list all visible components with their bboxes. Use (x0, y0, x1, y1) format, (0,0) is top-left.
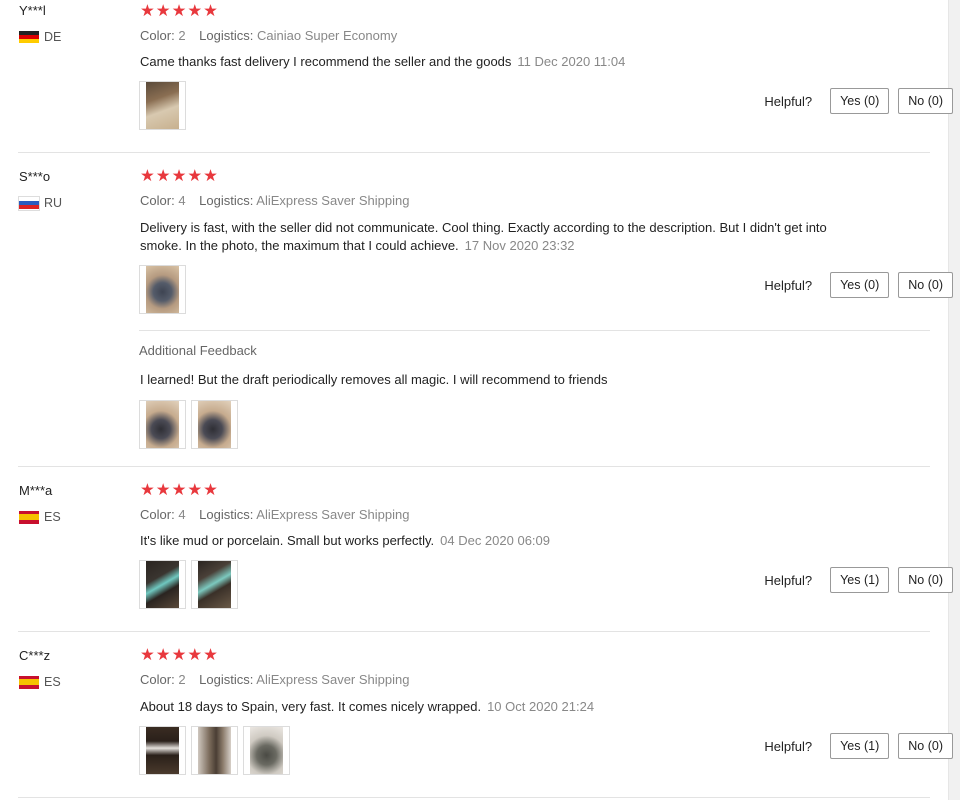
review-attributes: Color: 2 Logistics: Cainiao Super Econom… (140, 28, 397, 43)
review-photo-thumbnail[interactable] (191, 726, 238, 775)
logistics-label: Logistics: (199, 28, 254, 43)
review-content: It's like mud or porcelain. Small but wo… (140, 532, 830, 550)
helpful-no-button[interactable]: No (0) (898, 733, 953, 759)
review-attributes: Color: 2 Logistics: AliExpress Saver Shi… (140, 672, 409, 687)
star-rating: ★★★★★ (140, 481, 219, 499)
helpful-controls: Helpful? Yes (1) No (0) (764, 567, 953, 593)
review-photo-icon (146, 561, 179, 608)
spain-flag-icon (19, 510, 39, 524)
helpful-yes-button[interactable]: Yes (1) (830, 567, 890, 593)
review-date: 04 Dec 2020 06:09 (440, 533, 550, 548)
review-photo-icon (198, 727, 231, 774)
review-text: Came thanks fast delivery I recommend th… (140, 54, 512, 69)
spain-flag-icon (19, 675, 39, 689)
reviewer-name: Y***l (19, 3, 46, 18)
additional-feedback-photos (139, 400, 238, 449)
review-divider (18, 152, 930, 153)
additional-feedback-title: Additional Feedback (139, 343, 257, 358)
helpful-controls: Helpful? Yes (0) No (0) (764, 272, 953, 298)
helpful-no-button[interactable]: No (0) (898, 272, 953, 298)
review-date: 11 Dec 2020 11:04 (517, 54, 626, 69)
review-date: 10 Oct 2020 21:24 (487, 699, 595, 714)
logistics-value: AliExpress Saver Shipping (256, 193, 410, 208)
review-photos (139, 560, 238, 609)
reviewer-country: DE (19, 30, 61, 44)
country-code: ES (44, 510, 61, 524)
review-photos (139, 726, 290, 775)
review-attributes: Color: 4 Logistics: AliExpress Saver Shi… (140, 507, 409, 522)
review-photo-thumbnail[interactable] (139, 726, 186, 775)
review-photo-icon (146, 266, 179, 313)
review-photo-thumbnail[interactable] (191, 400, 238, 449)
review-photo-icon (146, 82, 179, 129)
star-rating: ★★★★★ (140, 646, 219, 664)
additional-feedback-text: I learned! But the draft periodically re… (140, 372, 608, 387)
review-photo-thumbnail[interactable] (191, 560, 238, 609)
logistics-value: Cainiao Super Economy (257, 28, 398, 43)
review-text: It's like mud or porcelain. Small but wo… (140, 533, 435, 548)
reviewer-country: ES (19, 510, 61, 524)
logistics-label: Logistics: (199, 672, 254, 687)
color-value: 4 (178, 507, 186, 522)
helpful-label: Helpful? (764, 572, 813, 588)
color-value: 2 (178, 28, 186, 43)
review-photo-thumbnail[interactable] (139, 81, 186, 130)
helpful-yes-button[interactable]: Yes (1) (830, 733, 890, 759)
page-scrollbar[interactable] (948, 0, 960, 800)
reviewer-country: RU (18, 195, 63, 211)
country-code: RU (44, 196, 63, 210)
helpful-label: Helpful? (764, 277, 813, 293)
helpful-label: Helpful? (764, 93, 813, 109)
helpful-yes-button[interactable]: Yes (0) (830, 272, 890, 298)
country-code: DE (44, 30, 62, 44)
color-label: Color: (140, 507, 175, 522)
reviewer-name: C***z (19, 648, 51, 663)
review-photo-icon (146, 401, 179, 448)
review-content: About 18 days to Spain, very fast. It co… (140, 698, 830, 716)
logistics-value: AliExpress Saver Shipping (256, 507, 410, 522)
germany-flag-icon (19, 30, 39, 44)
review-photos (139, 265, 186, 314)
country-code: ES (44, 675, 61, 689)
reviewer-name: S***o (19, 169, 51, 184)
star-rating: ★★★★★ (140, 2, 219, 20)
helpful-label: Helpful? (764, 738, 813, 754)
review-photo-thumbnail[interactable] (139, 560, 186, 609)
review-photo-thumbnail[interactable] (243, 726, 290, 775)
helpful-no-button[interactable]: No (0) (898, 88, 953, 114)
helpful-controls: Helpful? Yes (0) No (0) (764, 88, 953, 114)
russia-flag-icon (18, 195, 40, 211)
review-divider (18, 466, 930, 467)
helpful-no-button[interactable]: No (0) (898, 567, 953, 593)
review-photo-icon (146, 727, 179, 774)
color-value: 2 (178, 672, 186, 687)
review-photo-icon (250, 727, 283, 774)
logistics-label: Logistics: (199, 507, 254, 522)
review-photo-thumbnail[interactable] (139, 400, 186, 449)
color-value: 4 (178, 193, 186, 208)
reviewer-country: ES (19, 675, 61, 689)
reviewer-name: M***a (19, 483, 53, 498)
color-label: Color: (140, 193, 175, 208)
logistics-label: Logistics: (199, 193, 254, 208)
review-date: 17 Nov 2020 23:32 (464, 238, 575, 253)
review-text: About 18 days to Spain, very fast. It co… (140, 699, 482, 714)
review-content: Delivery is fast, with the seller did no… (140, 219, 830, 255)
review-photos (139, 81, 186, 130)
review-photo-thumbnail[interactable] (139, 265, 186, 314)
color-label: Color: (140, 672, 175, 687)
color-label: Color: (140, 28, 175, 43)
review-divider (18, 797, 930, 798)
review-attributes: Color: 4 Logistics: AliExpress Saver Shi… (140, 193, 409, 208)
review-photo-icon (198, 401, 231, 448)
star-rating: ★★★★★ (140, 167, 219, 185)
review-content: Came thanks fast delivery I recommend th… (140, 53, 830, 71)
review-photo-icon (198, 561, 231, 608)
helpful-yes-button[interactable]: Yes (0) (830, 88, 890, 114)
logistics-value: AliExpress Saver Shipping (256, 672, 410, 687)
additional-feedback-divider (139, 330, 930, 331)
helpful-controls: Helpful? Yes (1) No (0) (764, 733, 953, 759)
review-divider (18, 631, 930, 632)
